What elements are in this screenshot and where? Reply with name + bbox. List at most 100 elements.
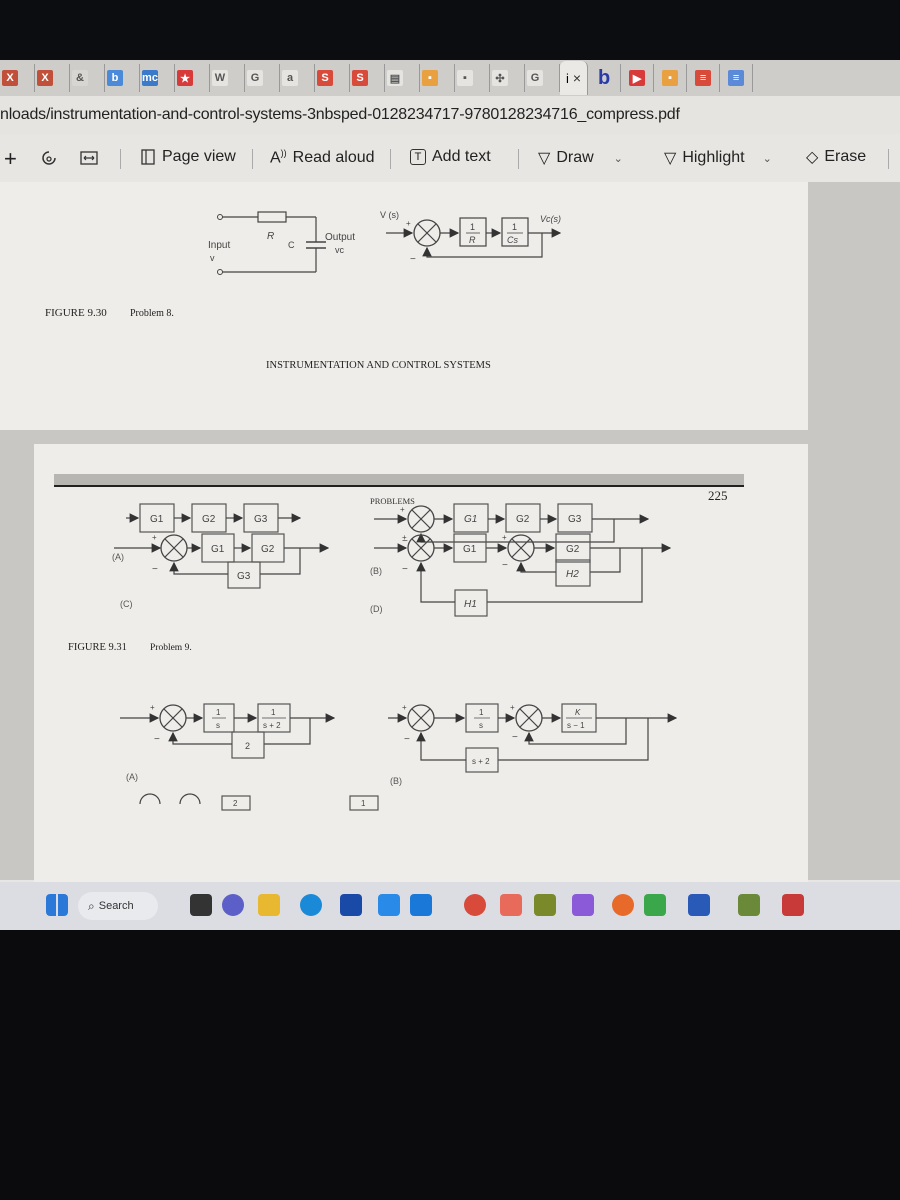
visual-studio-icon[interactable] [572, 894, 594, 916]
browser-tab[interactable]: ≡ [687, 64, 721, 92]
rc-block-diagram: V (s) + − 1 R 1 Cs Vc(s) [380, 210, 562, 265]
file-explorer-icon[interactable] [258, 894, 280, 916]
input-label: Input [208, 240, 230, 251]
browser-tab[interactable]: b [105, 64, 140, 92]
pdf-toolbar: + Page view A)) Read aloud T Add text ▽ … [0, 136, 900, 182]
chevron-down-icon[interactable]: ⌄ [614, 152, 623, 165]
block-denominator: s + 2 [263, 721, 281, 730]
plus-sign: + [152, 533, 157, 542]
star-icon: ★ [177, 70, 193, 86]
block-label: G1 [463, 544, 477, 555]
word-icon[interactable] [688, 894, 710, 916]
browser-tab[interactable]: S [315, 64, 350, 92]
start-icon[interactable] [46, 894, 68, 916]
pdf-viewer[interactable]: R Input v C Output vc V (s) + − 1 R 1 Cs… [0, 182, 900, 884]
browser-tab[interactable]: ✣ [490, 64, 525, 92]
mail-icon[interactable] [410, 894, 432, 916]
output-signal-label: Vc(s) [540, 214, 561, 224]
add-text-button[interactable]: T Add text [410, 148, 491, 166]
rotate-button[interactable] [40, 149, 58, 169]
browser-tab[interactable]: X [0, 64, 35, 92]
taskbar-search[interactable]: ⌕ Search [78, 892, 158, 920]
google-icon: G [527, 70, 543, 86]
browser-tab[interactable]: W [210, 64, 245, 92]
pdf-page-225: PROBLEMS 225 G1 G2 G3 (A) + − G1 G2 G3 (… [34, 444, 808, 884]
diagram-9-32-a: + − 1 s 1 s + 2 2 (A) [120, 703, 336, 782]
browser-tab[interactable]: G [245, 64, 280, 92]
browser-tab[interactable]: ▤ [385, 64, 420, 92]
browser-tab[interactable]: mc [140, 64, 175, 92]
mcafee-icon[interactable] [782, 894, 804, 916]
problem-9-c: + − G1 G2 G3 (C) [114, 533, 330, 609]
browser-tab[interactable]: ★ [175, 64, 210, 92]
erase-button[interactable]: ◇ Erase [806, 147, 866, 167]
block-label: G3 [254, 514, 268, 525]
browser-tab-active[interactable]: i × [560, 61, 589, 95]
capacitor-label: C [288, 240, 295, 250]
diagram-9-31-d: + − G1 + − G2 H2 H1 (D) [370, 533, 672, 617]
bing-icon: b [107, 70, 123, 86]
teams-chat-icon[interactable] [222, 894, 244, 916]
fit-width-icon [80, 151, 98, 165]
dataspell-icon[interactable] [644, 894, 666, 916]
page-header: PROBLEMS [370, 496, 415, 506]
browser-tab[interactable]: ▶ [621, 64, 655, 92]
diagram-label: (A) [112, 552, 124, 562]
plus-sign: + [400, 505, 405, 514]
chrome-icon[interactable] [464, 894, 486, 916]
browser-tab[interactable]: ▪ [654, 64, 688, 92]
block-label: H2 [566, 569, 579, 580]
diagram-label: (B) [390, 776, 402, 786]
browser-tab[interactable]: a [280, 64, 315, 92]
address-bar[interactable]: nloads/instrumentation-and-control-syste… [0, 96, 900, 134]
highlight-icon: ▽ [664, 150, 677, 167]
rc-circuit: R Input v C Output vc [208, 211, 355, 275]
plus-sign: + [402, 703, 407, 712]
page-view-button[interactable]: Page view [140, 148, 236, 166]
browser-tab[interactable]: X [35, 64, 70, 92]
fit-width-button[interactable] [80, 150, 98, 166]
browser-tab[interactable]: ▪ [420, 64, 455, 92]
minus-sign: − [410, 254, 416, 265]
explorer-tool-icon[interactable] [738, 894, 760, 916]
minus-sign: − [402, 564, 408, 575]
read-aloud-button[interactable]: A)) Read aloud [270, 148, 375, 167]
block-numerator: 1 [271, 708, 276, 717]
browser-tab[interactable]: S [350, 64, 385, 92]
orange-tab-icon: ▪ [422, 70, 438, 86]
browser-tab[interactable]: G [525, 64, 560, 92]
firefox-icon[interactable] [612, 894, 634, 916]
address-url[interactable]: nloads/instrumentation-and-control-syste… [0, 106, 680, 124]
chevron-down-icon[interactable]: ⌄ [763, 152, 772, 165]
block-label: G3 [237, 571, 251, 582]
block-numerator: 1 [479, 708, 484, 717]
zoom-in-button[interactable]: + [4, 146, 17, 172]
highlight-button[interactable]: ▽ Highlight ⌄ [664, 148, 772, 168]
vscode-like-icon[interactable] [378, 894, 400, 916]
minus-sign: − [154, 734, 160, 745]
puzzle-icon: ✣ [492, 70, 508, 86]
browser-tab[interactable]: & [70, 64, 105, 92]
orange-tab-icon: ▪ [662, 70, 679, 86]
browser-tab[interactable]: ▪ [455, 64, 490, 92]
snipping-tool-icon[interactable] [500, 894, 522, 916]
header-bar [54, 474, 744, 486]
browser-tab[interactable]: b [588, 64, 622, 92]
draw-button[interactable]: ▽ Draw ⌄ [538, 148, 623, 168]
close-tab-icon[interactable]: × [573, 70, 581, 86]
calendar-icon: ▤ [387, 70, 403, 86]
separator [120, 149, 121, 169]
diagram-9-32-b: + − 1 s + − K s − 1 s + 2 (B) [388, 703, 678, 786]
block-label: s + 2 [472, 757, 490, 766]
link-icon: & [72, 70, 88, 86]
browser-tab[interactable]: ≡ [720, 64, 754, 92]
edge-icon[interactable] [300, 894, 322, 916]
pdf-page-previous: R Input v C Output vc V (s) + − 1 R 1 Cs… [0, 182, 808, 430]
tab-title: i [566, 70, 569, 86]
separator [888, 149, 889, 169]
block-numerator: 1 [470, 222, 475, 232]
task-view-icon[interactable] [190, 894, 212, 916]
block-label: G2 [516, 514, 530, 525]
python-editor-icon[interactable] [534, 894, 556, 916]
store-icon[interactable] [340, 894, 362, 916]
